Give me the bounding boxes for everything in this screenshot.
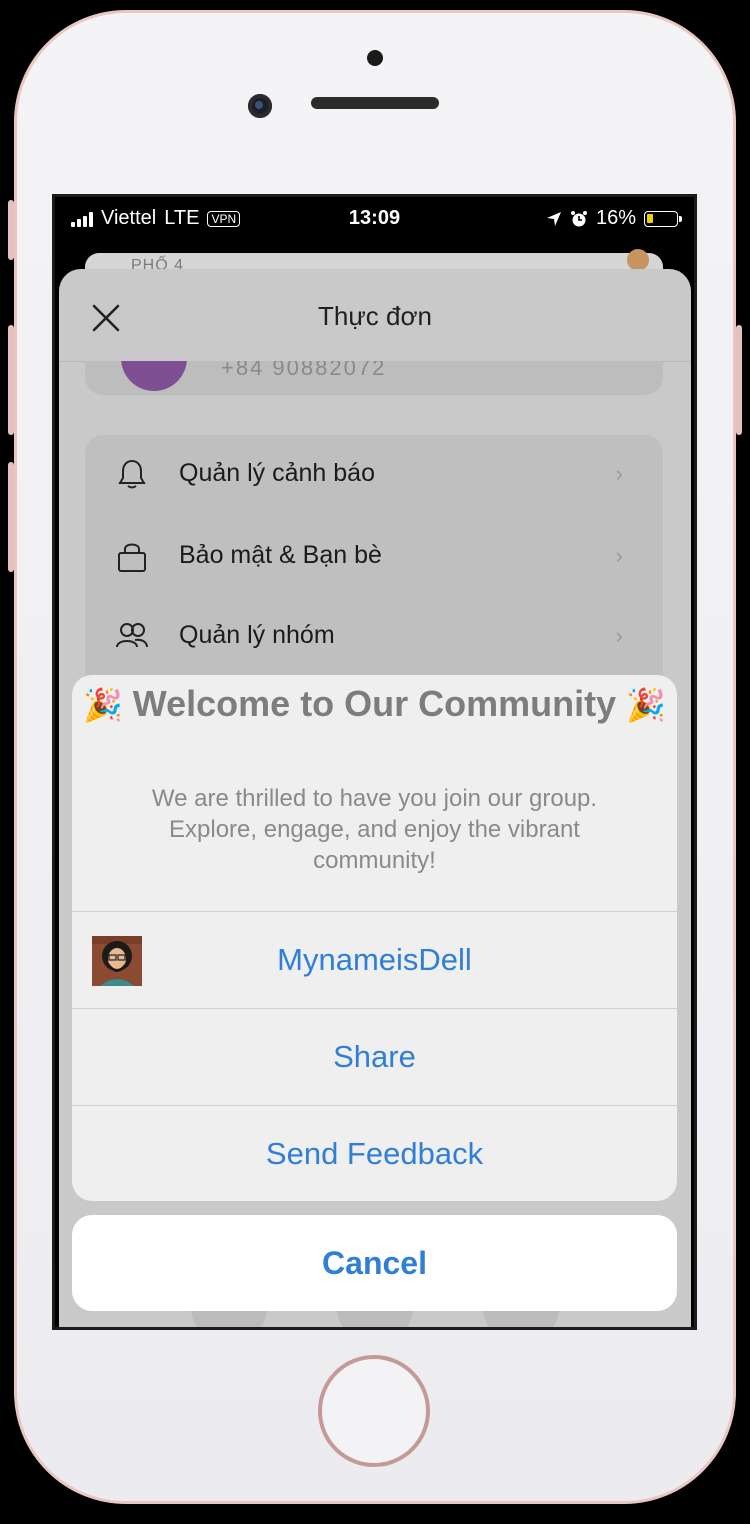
action-sheet-header: 🎉 Welcome to Our Community 🎉 We are thri… xyxy=(72,675,677,912)
front-camera xyxy=(248,94,272,118)
bell-icon xyxy=(118,459,146,489)
party-popper-icon: 🎉 xyxy=(82,687,123,723)
action-sheet: 🎉 Welcome to Our Community 🎉 We are thri… xyxy=(72,675,677,1201)
proximity-sensor xyxy=(367,50,383,66)
action-share[interactable]: Share xyxy=(72,1009,677,1106)
action-mynameisdell[interactable]: MynameisDell xyxy=(72,912,677,1009)
location-arrow-icon xyxy=(546,211,561,226)
cancel-button[interactable]: Cancel xyxy=(72,1215,677,1311)
group-icon xyxy=(116,623,148,648)
phone-screen: Viettel LTE VPN 13:09 16% PHỐ 4 Thực đơn… xyxy=(52,194,697,1330)
profile-avatar xyxy=(121,361,187,391)
menu-item-group-management[interactable]: Quản lý nhóm › xyxy=(85,597,663,677)
home-button[interactable] xyxy=(318,1355,430,1467)
status-bar: Viettel LTE VPN 13:09 16% xyxy=(55,197,694,243)
chevron-right-icon: › xyxy=(615,543,623,568)
sheet-title: Thực đơn xyxy=(318,301,432,331)
lock-icon xyxy=(118,543,146,572)
profile-card[interactable]: +84 90882072 xyxy=(85,361,663,395)
action-sheet-title: 🎉 Welcome to Our Community 🎉 xyxy=(82,681,667,728)
phone-power-button xyxy=(736,325,742,435)
action-label: Share xyxy=(333,1039,416,1074)
menu-item-label: Quản lý cảnh báo xyxy=(179,459,375,487)
profile-phone: +84 90882072 xyxy=(221,361,387,380)
battery-icon xyxy=(644,210,682,227)
party-popper-icon: 🎉 xyxy=(626,687,667,723)
menu-item-label: Bảo mật & Bạn bè xyxy=(179,541,382,569)
action-send-feedback[interactable]: Send Feedback xyxy=(72,1106,677,1201)
chevron-right-icon: › xyxy=(615,623,623,648)
action-sheet-title-text: Welcome to Our Community xyxy=(132,683,617,724)
sheet-header: Thực đơn xyxy=(59,269,691,362)
battery-percentage: 16% xyxy=(595,207,636,229)
action-label: Send Feedback xyxy=(265,1136,484,1171)
menu-item-label: Quản lý nhóm xyxy=(179,621,335,649)
menu-item-alert-management[interactable]: Quản lý cảnh báo › xyxy=(85,435,663,515)
earpiece-speaker xyxy=(311,97,439,109)
chevron-right-icon: › xyxy=(615,461,623,486)
map-pin-icon xyxy=(627,249,649,271)
action-sheet-message: We are thrilled to have you join our gro… xyxy=(151,785,598,874)
cancel-label: Cancel xyxy=(322,1245,427,1281)
action-label: MynameisDell xyxy=(277,942,472,977)
alarm-icon xyxy=(570,210,587,226)
menu-item-security-friends[interactable]: Bảo mật & Bạn bè › xyxy=(85,517,663,597)
